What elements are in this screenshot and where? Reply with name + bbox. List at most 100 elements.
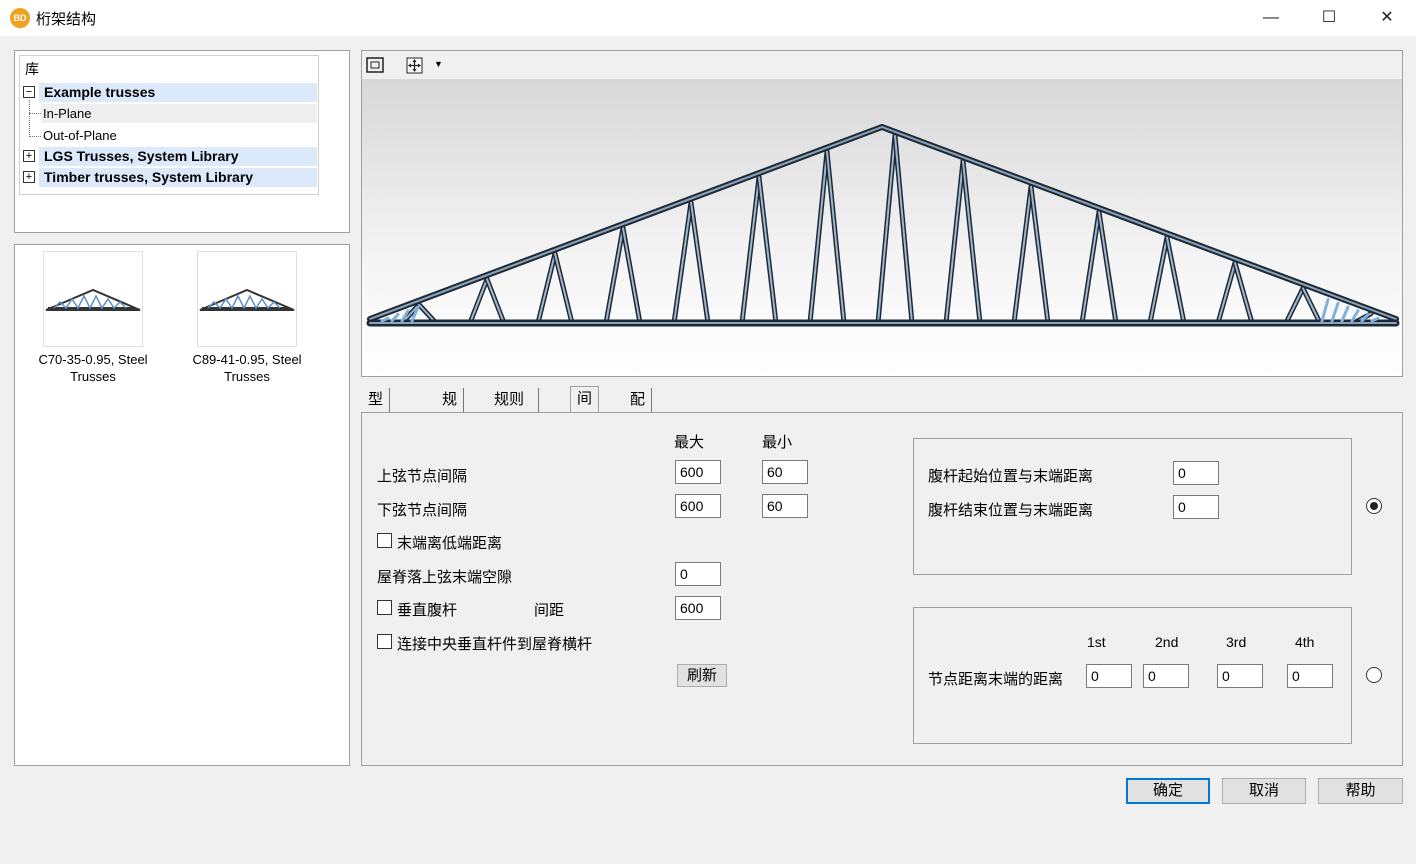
truss-web-highlight (690, 201, 709, 324)
tab-fittings[interactable]: 配件 (624, 388, 653, 432)
library-item[interactable]: C70-35-0.95, Steel Trusses (28, 251, 158, 385)
library-item[interactable]: C89-41-0.95, Steel Trusses (182, 251, 312, 385)
truss-web-highlight (1166, 236, 1185, 324)
truss-thumbnail (43, 251, 143, 347)
vertical-web-checkbox[interactable] (377, 600, 392, 615)
pan-icon[interactable] (406, 57, 424, 75)
close-button[interactable]: ✕ (1358, 0, 1416, 36)
vertical-web-spacing-label: 间距 (534, 602, 565, 619)
truss-web-highlight (962, 160, 981, 324)
truss-top-chord-highlight (369, 126, 883, 320)
fit-view-icon[interactable] (365, 56, 387, 76)
truss-end-web (1340, 305, 1350, 323)
expand-icon[interactable]: + (23, 171, 35, 183)
truss-web-highlight (554, 252, 573, 324)
truss-end-web (1320, 298, 1330, 323)
top-chord-label: 上弦节点间隔 (377, 468, 468, 485)
truss-web-highlight (1098, 211, 1117, 324)
node-distance-group: 1st 2nd 3rd 4th 节点距离末端的距离 (913, 607, 1352, 744)
truss-web-highlight (673, 201, 692, 324)
web-end-input[interactable] (1173, 495, 1219, 519)
spacing-tab-content: 最大 最小 上弦节点间隔 下弦节点间隔 末端离低端距离 屋脊落上弦末端空隙 垂直… (361, 412, 1403, 766)
truss-web-highlight (622, 227, 641, 324)
truss-thumbnail-graphic (45, 288, 141, 311)
truss-web-highlight (877, 134, 896, 324)
library-tree: 库 − Example trusses In-Plane Out-of-Plan… (14, 50, 350, 233)
connect-center-vertical-checkbox[interactable] (377, 634, 392, 649)
minimize-button[interactable]: — (1242, 0, 1300, 36)
node-distance-radio[interactable] (1366, 667, 1382, 683)
tab-profile-data[interactable]: 型材数据 (362, 388, 391, 480)
bottom-chord-min-input[interactable] (762, 494, 808, 518)
bottom-chord-label: 下弦节点间隔 (377, 502, 468, 519)
web-start-input[interactable] (1173, 461, 1219, 485)
truss-web-highlight (1030, 185, 1049, 324)
node-header-1st: 1st (1087, 634, 1106, 650)
tab-spacing[interactable]: 间距 (570, 386, 600, 431)
window-title: 桁架结构 (36, 11, 97, 28)
vertical-web-label: 垂直腹杆 (397, 602, 458, 619)
library-items-panel: C70-35-0.95, Steel Trusses C89-41-0.95, … (14, 244, 350, 766)
ok-button[interactable]: 确定 (1126, 778, 1210, 804)
web-start-label: 腹杆起始位置与末端距离 (928, 468, 1094, 485)
node-header-4th: 4th (1295, 634, 1315, 650)
truss-web-highlight (1234, 261, 1253, 324)
top-chord-max-input[interactable] (675, 460, 721, 484)
tree-group-lgs-trusses[interactable]: LGS Trusses, System Library (39, 147, 317, 166)
truss-web-highlight (486, 278, 505, 324)
web-position-radio[interactable] (1366, 498, 1382, 514)
truss-web-highlight (894, 134, 913, 324)
truss-web-highlight (1149, 236, 1168, 324)
tree-connector (29, 100, 30, 137)
top-chord-min-input[interactable] (762, 460, 808, 484)
tab-rules-2[interactable]: 规则（2） (488, 388, 540, 432)
truss-web-highlight (1013, 185, 1032, 324)
end-low-checkbox[interactable] (377, 533, 392, 548)
tree-item-in-plane[interactable]: In-Plane (41, 104, 317, 123)
viewer-canvas[interactable] (362, 79, 1402, 376)
vertical-web-spacing-input[interactable] (675, 596, 721, 620)
truss-web-highlight (1081, 211, 1100, 324)
bottom-chord-max-input[interactable] (675, 494, 721, 518)
node-distance-1st-input[interactable] (1086, 664, 1132, 688)
tree-root-label: 库 (25, 61, 39, 77)
truss-web-highlight (1285, 287, 1304, 324)
connect-center-vertical-label: 连接中央垂直杆件到屋脊横杆 (397, 636, 593, 653)
tree-group-example-trusses[interactable]: Example trusses (39, 83, 317, 102)
truss-web-highlight (605, 227, 624, 324)
tree-item-out-of-plane[interactable]: Out-of-Plane (41, 126, 117, 145)
library-item-label: C70-35-0.95, Steel Trusses (38, 352, 148, 384)
node-header-2nd: 2nd (1155, 634, 1179, 650)
tree-connector (29, 136, 41, 137)
truss-web-highlight (1302, 287, 1321, 324)
tab-rules[interactable]: 规则 (436, 388, 465, 432)
truss-web-highlight (945, 160, 964, 324)
truss-thumbnail (197, 251, 297, 347)
maximize-button[interactable]: ☐ (1300, 0, 1358, 36)
tree-group-timber-trusses[interactable]: Timber trusses, System Library (39, 168, 317, 187)
truss-web-highlight (758, 176, 777, 324)
expand-icon[interactable]: + (23, 150, 35, 162)
node-header-3rd: 3rd (1226, 634, 1247, 650)
node-distance-label: 节点距离末端的距离 (928, 671, 1064, 688)
ridge-gap-input[interactable] (675, 562, 721, 586)
end-low-label: 末端离低端距离 (397, 535, 503, 552)
refresh-button[interactable]: 刷新 (677, 664, 727, 687)
truss-web-highlight (469, 278, 488, 324)
truss-viewer: ▼ (361, 50, 1403, 377)
ridge-gap-label: 屋脊落上弦末端空隙 (377, 569, 513, 586)
web-end-label: 腹杆结束位置与末端距离 (928, 502, 1094, 519)
truss-thumbnail-graphic (199, 288, 295, 311)
node-distance-2nd-input[interactable] (1143, 664, 1189, 688)
truss-web-highlight (809, 150, 828, 324)
app-logo-icon: BD (10, 8, 30, 28)
collapse-icon[interactable]: − (23, 86, 35, 98)
node-distance-4th-input[interactable] (1287, 664, 1333, 688)
cancel-button[interactable]: 取消 (1222, 778, 1306, 804)
column-header-min: 最小 (762, 434, 793, 451)
column-header-max: 最大 (674, 434, 705, 451)
tree-connector (29, 113, 41, 114)
help-button[interactable]: 帮助 (1318, 778, 1403, 804)
pan-dropdown-arrow[interactable]: ▼ (434, 59, 443, 69)
node-distance-3rd-input[interactable] (1217, 664, 1263, 688)
